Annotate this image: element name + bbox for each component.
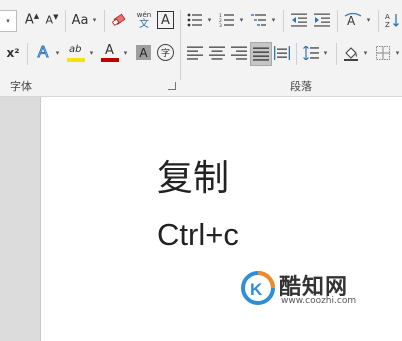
- align-left-button[interactable]: [186, 43, 204, 63]
- justify-button[interactable]: [250, 42, 272, 66]
- highlight-dropdown[interactable]: ▾: [88, 43, 95, 63]
- shrink-font-button[interactable]: A▼: [44, 10, 60, 30]
- align-center-button[interactable]: [208, 43, 226, 63]
- character-shading-icon: A: [139, 45, 148, 60]
- svg-text:K: K: [250, 280, 263, 299]
- ribbon: ▾ A▲ A▼ Aa ▾ wén 文 A ▾ 1 2 3 ▾ ▾ A ▾ A Z…: [0, 0, 402, 97]
- align-right-button[interactable]: [230, 43, 248, 63]
- paragraph-group-label: 段落: [290, 80, 312, 93]
- borders-dropdown[interactable]: ▾: [394, 43, 401, 63]
- bullets-icon: [187, 13, 202, 27]
- highlight-icon: ab: [69, 44, 82, 55]
- character-border-icon: A: [161, 12, 170, 28]
- align-right-icon: [231, 46, 247, 60]
- document-shortcut-text: Ctrl+c: [157, 217, 239, 252]
- character-shading-button[interactable]: A: [136, 45, 151, 60]
- text-effect-dropdown[interactable]: ▾: [54, 43, 61, 63]
- decrease-indent-button[interactable]: [290, 10, 308, 30]
- watermark-url: www.coozhi.com: [281, 296, 357, 306]
- change-case-icon: Aa: [71, 12, 89, 28]
- bullets-button[interactable]: [186, 10, 204, 30]
- svg-text:3: 3: [219, 23, 222, 27]
- align-center-icon: [209, 46, 225, 60]
- font-size-dropdown[interactable]: ▾: [0, 10, 17, 32]
- phonetic-guide-button[interactable]: wén 文: [134, 10, 154, 32]
- change-case-button[interactable]: Aa: [70, 10, 90, 30]
- sort-icon: A Z: [385, 13, 399, 28]
- font-dialog-launcher-icon[interactable]: [168, 82, 176, 90]
- asian-layout-icon: A: [344, 13, 362, 27]
- text-effect-button[interactable]: A: [34, 43, 52, 63]
- line-spacing-dropdown[interactable]: ▾: [322, 43, 329, 63]
- grow-font-button[interactable]: A▲: [24, 10, 40, 30]
- highlight-button[interactable]: ab: [66, 43, 86, 65]
- svg-text:A: A: [347, 14, 356, 27]
- bullets-dropdown[interactable]: ▾: [206, 10, 213, 30]
- asian-layout-dropdown[interactable]: ▾: [365, 10, 372, 30]
- superscript-button[interactable]: x²: [4, 43, 22, 63]
- grow-font-icon: A▲: [24, 12, 40, 28]
- svg-text:Z: Z: [385, 21, 390, 28]
- justify-icon: [253, 47, 269, 61]
- multilevel-list-dropdown[interactable]: ▾: [270, 10, 277, 30]
- align-left-icon: [187, 46, 203, 60]
- document-title-text: 复制: [157, 158, 230, 199]
- font-color-button[interactable]: A: [100, 43, 120, 65]
- line-spacing-button[interactable]: [302, 43, 320, 63]
- change-case-dropdown[interactable]: ▾: [91, 10, 98, 30]
- paint-bucket-icon: [344, 47, 358, 61]
- svg-text:A: A: [385, 13, 390, 21]
- font-color-bar: [101, 58, 119, 62]
- sort-button[interactable]: A Z: [383, 10, 401, 30]
- multilevel-list-button[interactable]: [250, 10, 268, 30]
- decrease-indent-icon: [291, 13, 307, 27]
- superscript-icon: x²: [6, 46, 20, 60]
- watermark: K 酷知网 www.coozhi.com: [241, 269, 401, 315]
- document-page[interactable]: 复制 Ctrl+c K 酷知网 www.coozhi.com: [40, 97, 402, 341]
- distributed-icon: [274, 46, 290, 60]
- enclose-characters-icon: 字: [160, 49, 170, 59]
- borders-button[interactable]: [374, 43, 392, 63]
- borders-icon: [376, 46, 390, 60]
- character-border-button[interactable]: A: [157, 11, 174, 29]
- font-color-dropdown[interactable]: ▾: [122, 43, 129, 63]
- eraser-icon: [112, 13, 126, 26]
- shading-dropdown[interactable]: ▾: [362, 43, 369, 63]
- numbering-button[interactable]: 1 2 3: [218, 10, 236, 30]
- distributed-button[interactable]: [273, 43, 291, 63]
- text-effect-icon: A: [37, 44, 49, 62]
- numbering-dropdown[interactable]: ▾: [238, 10, 245, 30]
- ribbon-row-2: x² A ▾ ab ▾ A ▾ A 字 ▾ ▾ ▾: [0, 42, 402, 69]
- phonetic-guide-char: 文: [139, 19, 149, 30]
- shading-button[interactable]: [342, 43, 360, 63]
- highlight-color-bar: [67, 58, 85, 62]
- increase-indent-icon: [314, 13, 330, 27]
- font-color-icon: A: [105, 43, 114, 58]
- shrink-font-icon: A▼: [45, 13, 59, 27]
- left-gutter: [0, 97, 40, 341]
- font-group-label: 字体: [10, 80, 32, 93]
- increase-indent-button[interactable]: [313, 10, 331, 30]
- enclose-characters-button[interactable]: 字: [157, 44, 174, 61]
- numbering-icon: 1 2 3: [219, 13, 234, 27]
- ribbon-row-1: ▾ A▲ A▼ Aa ▾ wén 文 A ▾ 1 2 3 ▾ ▾ A ▾ A Z: [0, 10, 402, 80]
- coozhi-logo-icon: K: [241, 271, 275, 305]
- asian-layout-button[interactable]: A: [343, 10, 363, 30]
- line-spacing-icon: [303, 46, 319, 60]
- clear-formatting-button[interactable]: [110, 10, 130, 30]
- multilevel-list-icon: [251, 14, 266, 26]
